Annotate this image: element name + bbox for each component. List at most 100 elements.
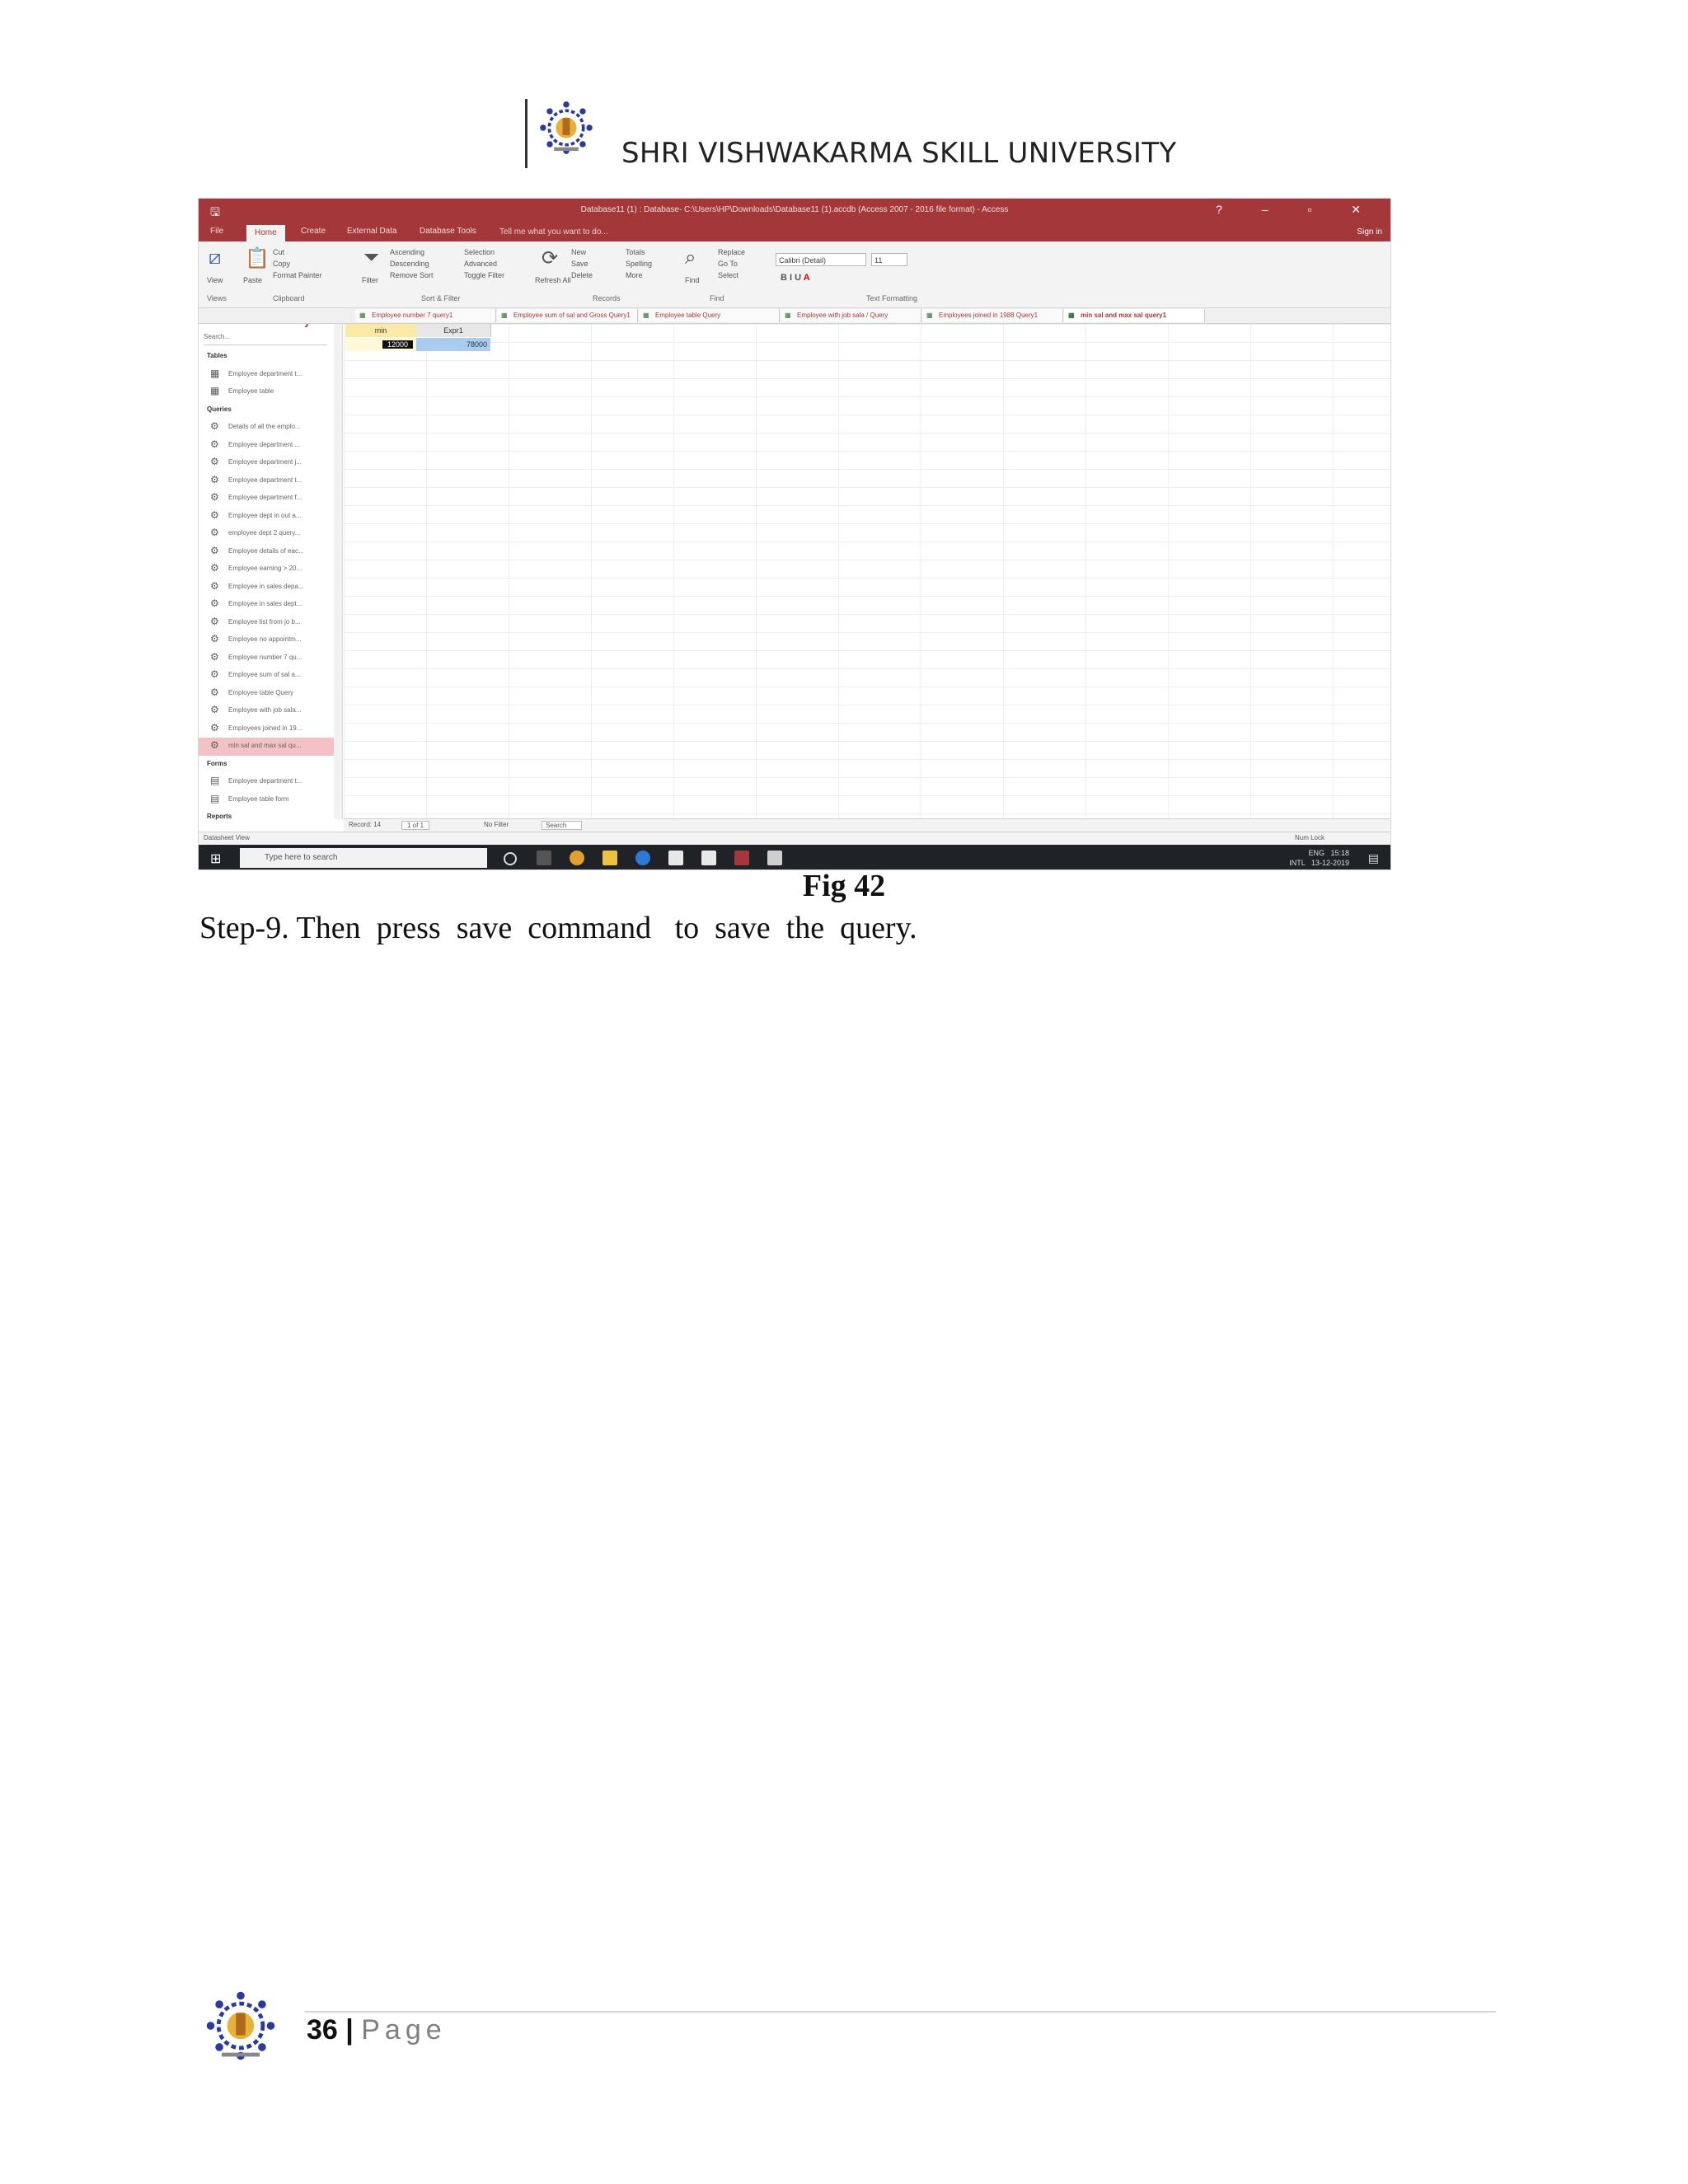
document-tab[interactable]: Employee with job sala / Query (781, 309, 921, 322)
totals-button[interactable]: Totals (626, 248, 645, 256)
nav-item-query[interactable]: ⚙ Employee department f... (199, 490, 334, 508)
access-window-screenshot: 🖫 Database11 (1) : Database- C:\Users\HP… (198, 198, 1391, 870)
nav-item-query[interactable]: ⚙ Employee number 7 qu... (199, 649, 334, 668)
nav-group-header[interactable]: Forms (199, 756, 334, 774)
document-tab[interactable]: min sal and max sal query1 (1064, 309, 1205, 322)
nav-item-form[interactable]: ▤ Employee department t... (199, 773, 334, 791)
bold-italic-underline-icons[interactable]: B I U A (781, 273, 810, 283)
nav-item-query[interactable]: ⚙ Employee department j... (199, 454, 334, 472)
font-name-select[interactable]: Calibri (Detail) (776, 253, 866, 266)
refresh-all-button[interactable]: Refresh All (535, 276, 571, 284)
group-label-text-formatting: Text Formatting (866, 294, 918, 302)
nav-item-query[interactable]: ⚙ Employee with job sala... (199, 702, 334, 720)
nav-item-query[interactable]: ⚙ Employee no appointm... (199, 631, 334, 649)
nav-item-query[interactable]: ⚙ Employee sum of sal a... (199, 667, 334, 685)
edge-icon[interactable] (635, 851, 650, 865)
notification-icon[interactable]: ▤ (1368, 851, 1379, 865)
descending-button[interactable]: Descending (390, 260, 429, 268)
document-tab[interactable]: Employee number 7 query1 (355, 309, 496, 322)
access-taskbar-icon[interactable] (734, 851, 749, 865)
refresh-icon[interactable]: ⟳ (542, 246, 558, 270)
nav-item-query[interactable]: ⚙ Employee department ... (199, 437, 334, 455)
cortana-icon[interactable] (504, 852, 517, 865)
nav-item-query[interactable]: ⚙ Employee in sales depa... (199, 579, 334, 597)
selection-button[interactable]: Selection (464, 248, 495, 256)
nav-item-label: Employee no appointm... (228, 635, 302, 643)
spelling-button[interactable]: Spelling (626, 260, 652, 268)
nav-group-header[interactable]: Tables (199, 348, 334, 366)
find-button[interactable]: Find (685, 276, 700, 284)
remove-sort-button[interactable]: Remove Sort (390, 271, 434, 279)
format-painter-button[interactable]: Format Painter (273, 271, 322, 279)
view-button[interactable]: View (207, 276, 223, 284)
mail-icon[interactable] (701, 851, 716, 865)
nav-item-query[interactable]: ⚙ Employees joined in 19... (199, 720, 334, 738)
window-controls[interactable]: ? – ▫ ✕ (1216, 203, 1379, 217)
query-icon: ⚙ (210, 686, 219, 698)
copy-button[interactable]: Copy (273, 260, 290, 268)
replace-button[interactable]: Replace (718, 248, 745, 256)
nav-item-query[interactable]: ⚙ Details of all the emplo... (199, 419, 334, 437)
filter-icon[interactable]: ⏷ (363, 246, 379, 269)
go-to-button[interactable]: Go To (718, 260, 738, 268)
nav-item-query[interactable]: ⚙ Employee list from jo b... (199, 614, 334, 632)
nav-item-form[interactable]: ▤ Employee table form (199, 791, 334, 809)
windows-start-icon[interactable]: ⊞ (210, 851, 221, 867)
find-icon[interactable]: ⌕ (685, 246, 696, 269)
tab-file[interactable]: File (210, 227, 223, 236)
tell-me-box[interactable]: Tell me what you want to do... (499, 227, 608, 237)
app-taskbar-icon[interactable] (767, 851, 782, 865)
no-filter-button[interactable]: No Filter (484, 821, 509, 828)
query-icon: ⚙ (210, 562, 219, 574)
store-icon[interactable] (668, 851, 683, 865)
advanced-button[interactable]: Advanced (464, 260, 497, 268)
document-tab[interactable]: Employees joined in 1988 Query1 (922, 309, 1063, 322)
nav-item-query[interactable]: ⚙ Employee table Query (199, 685, 334, 703)
delete-record-button[interactable]: Delete (571, 271, 593, 279)
more-button[interactable]: More (626, 271, 643, 279)
font-size-select[interactable]: 11 (871, 253, 907, 266)
tab-home[interactable]: Home (246, 225, 285, 241)
chrome-icon[interactable] (570, 851, 584, 865)
view-icon[interactable]: ⧄ (209, 246, 221, 269)
nav-item-table[interactable]: ▦ Employee table (199, 383, 334, 401)
tab-database-tools[interactable]: Database Tools (420, 227, 476, 236)
nav-item-table[interactable]: ▦ Employee department t... (199, 366, 334, 384)
document-tab[interactable]: Employee table Query (639, 309, 780, 322)
tab-create[interactable]: Create (301, 227, 326, 236)
sign-in-link[interactable]: Sign in (1357, 227, 1382, 237)
record-search-input[interactable]: Search (542, 821, 583, 830)
nav-group-header[interactable]: Reports (199, 808, 334, 827)
cell-min[interactable]: 12000 (345, 338, 416, 351)
cell-expr1[interactable]: 78000 (416, 338, 490, 351)
new-record-button[interactable]: New (571, 248, 586, 256)
nav-search-input[interactable]: Search... (204, 333, 327, 345)
tab-external-data[interactable]: External Data (347, 227, 397, 236)
nav-item-query[interactable]: ⚙ Employee department t... (199, 472, 334, 490)
column-header-min[interactable]: min (345, 324, 417, 337)
taskbar-search-input[interactable]: Type here to search (240, 848, 487, 868)
nav-item-query[interactable]: ⚙ min sal and max sal qu... (199, 738, 334, 756)
nav-item-query[interactable]: ⚙ Employee in sales dept... (199, 596, 334, 614)
nav-item-label: Tables (207, 352, 227, 359)
filter-button[interactable]: Filter (362, 276, 378, 284)
save-record-button[interactable]: Save (571, 260, 588, 268)
nav-item-query[interactable]: ⚙ Employee dept in out a... (199, 508, 334, 526)
column-header-expr1[interactable]: Expr1 (416, 324, 491, 337)
nav-item-query[interactable]: ⚙ employee dept 2 query... (199, 525, 334, 543)
nav-item-query[interactable]: ⚙ Employee earning > 20... (199, 560, 334, 579)
paste-icon[interactable]: 📋 (245, 246, 270, 270)
task-view-icon[interactable] (537, 851, 551, 865)
cut-button[interactable]: Cut (273, 248, 284, 256)
file-explorer-icon[interactable] (603, 851, 617, 865)
nav-item-query[interactable]: ⚙ Employee details of eac... (199, 543, 334, 561)
select-button[interactable]: Select (718, 271, 738, 279)
paste-button[interactable]: Paste (243, 276, 262, 284)
toggle-filter-button[interactable]: Toggle Filter (464, 271, 504, 279)
record-position[interactable]: 1 of 1 (401, 821, 430, 830)
system-tray[interactable]: ENG 15:18 INTL 13-12-2019 (1289, 848, 1349, 868)
ascending-button[interactable]: Ascending (390, 248, 424, 256)
nav-scrollbar[interactable] (334, 308, 343, 819)
nav-group-header[interactable]: Queries (199, 401, 334, 419)
document-tab[interactable]: Employee sum of sal and Gross Query1 (497, 309, 638, 322)
